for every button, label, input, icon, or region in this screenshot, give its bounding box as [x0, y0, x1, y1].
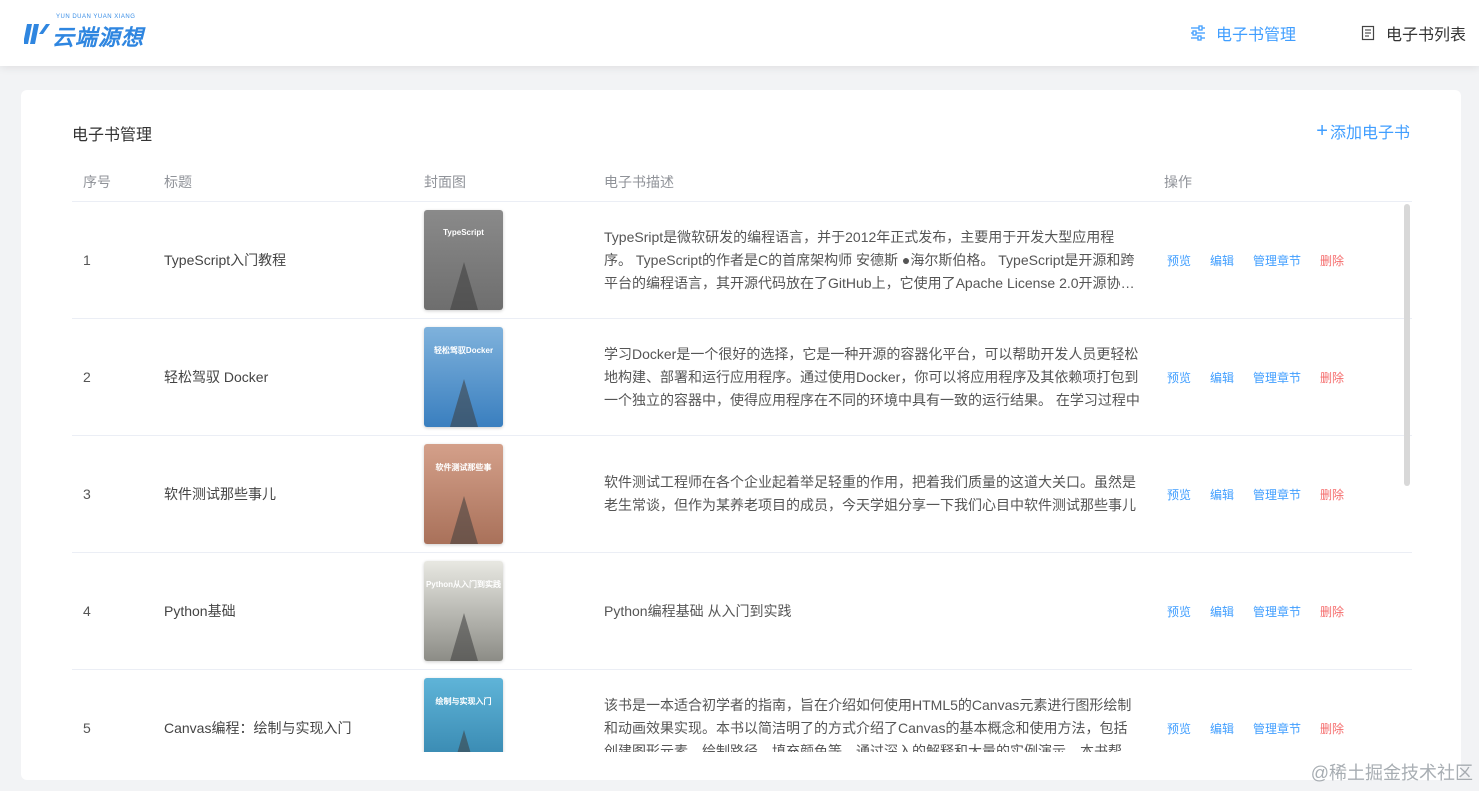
- top-header: YUN DUAN YUAN XIANG 云端源想 电子书管理 电子书列表: [0, 0, 1479, 66]
- book-cover-image: 轻松驾驭Docker: [424, 327, 503, 427]
- cover-road-graphic: [449, 496, 478, 544]
- delete-button[interactable]: 删除: [1320, 603, 1344, 620]
- row-desc-cell: Python编程基础 从入门到实践: [604, 600, 1164, 623]
- sliders-icon: [1191, 25, 1205, 41]
- book-cover-image: Python从入门到实践: [424, 561, 503, 661]
- edit-button[interactable]: 编辑: [1210, 720, 1234, 737]
- manage-chapters-button[interactable]: 管理章节: [1253, 720, 1301, 737]
- document-icon: [1361, 25, 1375, 41]
- preview-button[interactable]: 预览: [1167, 486, 1191, 503]
- row-cover-cell: 软件测试那些事: [424, 444, 604, 544]
- row-no: 3: [83, 486, 91, 502]
- book-cover-image: TypeScript: [424, 210, 503, 310]
- row-cover-cell: 绘制与实现入门: [424, 678, 604, 752]
- table-row: 4 Python基础 Python从入门到实践 Python编程基础 从入门到实…: [72, 553, 1412, 670]
- nav-ebook-manage[interactable]: 电子书管理: [1190, 0, 1296, 66]
- cover-road-graphic: [449, 730, 478, 752]
- add-ebook-button[interactable]: + 添加电子书: [1316, 119, 1410, 143]
- plus-icon: +: [1316, 120, 1328, 142]
- cover-road-graphic: [449, 262, 478, 310]
- logo-mark-icon: [24, 24, 50, 44]
- row-title: Python基础: [164, 603, 236, 619]
- add-ebook-label: 添加电子书: [1329, 125, 1410, 142]
- row-cover-cell: 轻松驾驭Docker: [424, 327, 604, 427]
- column-header-ops: 操作: [1164, 173, 1192, 190]
- book-cover-title: 轻松驾驭Docker: [433, 346, 494, 355]
- delete-button[interactable]: 删除: [1320, 486, 1344, 503]
- row-desc-cell: TypeSript是微软研发的编程语言，并于2012年正式发布，主要用于开发大型…: [604, 226, 1164, 295]
- page-title: 电子书管理: [72, 127, 153, 144]
- table-row: 2 轻松驾驭 Docker 轻松驾驭Docker 学习Docker是一个很好的选…: [72, 319, 1412, 436]
- row-title: 软件测试那些事儿: [164, 486, 276, 502]
- ebook-table: 序号 标题 封面图 电子书描述 操作 1 TypeScript入门教程 Type…: [72, 162, 1412, 752]
- brand-logo[interactable]: YUN DUAN YUAN XIANG 云端源想: [24, 14, 164, 54]
- preview-button[interactable]: 预览: [1167, 603, 1191, 620]
- watermark: @稀土掘金技术社区: [1310, 763, 1473, 783]
- row-description: 软件测试工程师在各个企业起着举足轻重的作用，把着我们质量的这道大关口。虽然是老生…: [604, 474, 1136, 513]
- row-desc-cell: 该书是一本适合初学者的指南，旨在介绍如何使用HTML5的Canvas元素进行图形…: [604, 694, 1164, 753]
- column-header-no: 序号: [83, 173, 111, 190]
- row-actions: 预览 编辑 管理章节 删除: [1164, 369, 1412, 386]
- edit-button[interactable]: 编辑: [1210, 369, 1234, 386]
- manage-chapters-button[interactable]: 管理章节: [1253, 603, 1301, 620]
- book-cover-image: 绘制与实现入门: [424, 678, 503, 752]
- row-desc-cell: 软件测试工程师在各个企业起着举足轻重的作用，把着我们质量的这道大关口。虽然是老生…: [604, 471, 1164, 517]
- nav-ebook-list[interactable]: 电子书列表: [1360, 0, 1466, 66]
- row-description: 学习Docker是一个很好的选择，它是一种开源的容器化平台，可以帮助开发人员更轻…: [604, 345, 1140, 408]
- nav-ebook-manage-label: 电子书管理: [1216, 27, 1297, 44]
- cover-road-graphic: [449, 613, 478, 661]
- edit-button[interactable]: 编辑: [1210, 486, 1234, 503]
- row-no: 5: [83, 720, 91, 736]
- book-cover-title: TypeScript: [443, 228, 484, 237]
- ebook-manage-card: 电子书管理 + 添加电子书 序号 标题 封面图 电子书描述 操作 1 TypeS…: [21, 90, 1461, 780]
- row-title: 轻松驾驭 Docker: [164, 369, 269, 385]
- manage-chapters-button[interactable]: 管理章节: [1253, 369, 1301, 386]
- manage-chapters-button[interactable]: 管理章节: [1253, 486, 1301, 503]
- edit-button[interactable]: 编辑: [1210, 603, 1234, 620]
- table-row: 3 软件测试那些事儿 软件测试那些事 软件测试工程师在各个企业起着举足轻重的作用…: [72, 436, 1412, 553]
- preview-button[interactable]: 预览: [1167, 252, 1191, 269]
- table-row: 1 TypeScript入门教程 TypeScript TypeSript是微软…: [72, 202, 1412, 319]
- book-cover-title: Python从入门到实践: [425, 580, 502, 589]
- row-actions: 预览 编辑 管理章节 删除: [1164, 603, 1412, 620]
- book-cover-title: 绘制与实现入门: [435, 697, 492, 706]
- row-no: 4: [83, 603, 91, 619]
- manage-chapters-button[interactable]: 管理章节: [1253, 252, 1301, 269]
- brand-name: 云端源想: [52, 25, 145, 50]
- book-cover-image: 软件测试那些事: [424, 444, 503, 544]
- row-description: 该书是一本适合初学者的指南，旨在介绍如何使用HTML5的Canvas元素进行图形…: [604, 696, 1132, 753]
- row-title: TypeScript入门教程: [164, 252, 287, 268]
- row-no: 2: [83, 369, 91, 385]
- row-no: 1: [83, 252, 91, 268]
- table-row: 5 Canvas编程：绘制与实现入门 绘制与实现入门 该书是一本适合初学者的指南…: [72, 670, 1412, 752]
- table-header: 序号 标题 封面图 电子书描述 操作: [72, 162, 1412, 202]
- row-desc-cell: 学习Docker是一个很好的选择，它是一种开源的容器化平台，可以帮助开发人员更轻…: [604, 343, 1164, 412]
- table-body[interactable]: 1 TypeScript入门教程 TypeScript TypeSript是微软…: [72, 202, 1412, 752]
- book-cover-title: 软件测试那些事: [435, 463, 492, 472]
- row-actions: 预览 编辑 管理章节 删除: [1164, 720, 1412, 737]
- row-cover-cell: Python从入门到实践: [424, 561, 604, 661]
- row-description: TypeSript是微软研发的编程语言，并于2012年正式发布，主要用于开发大型…: [604, 228, 1135, 291]
- row-actions: 预览 编辑 管理章节 删除: [1164, 486, 1412, 503]
- row-cover-cell: TypeScript: [424, 210, 604, 310]
- row-description: Python编程基础 从入门到实践: [604, 602, 792, 619]
- preview-button[interactable]: 预览: [1167, 369, 1191, 386]
- column-header-title: 标题: [164, 173, 192, 190]
- table-scrollbar[interactable]: [1404, 204, 1410, 486]
- column-header-desc: 电子书描述: [604, 173, 674, 190]
- column-header-cover: 封面图: [424, 173, 466, 190]
- delete-button[interactable]: 删除: [1320, 369, 1344, 386]
- row-title: Canvas编程：绘制与实现入门: [164, 720, 352, 736]
- delete-button[interactable]: 删除: [1320, 720, 1344, 737]
- preview-button[interactable]: 预览: [1167, 720, 1191, 737]
- nav-ebook-list-label: 电子书列表: [1386, 27, 1467, 44]
- edit-button[interactable]: 编辑: [1210, 252, 1234, 269]
- row-actions: 预览 编辑 管理章节 删除: [1164, 252, 1412, 269]
- delete-button[interactable]: 删除: [1320, 252, 1344, 269]
- cover-road-graphic: [449, 379, 478, 427]
